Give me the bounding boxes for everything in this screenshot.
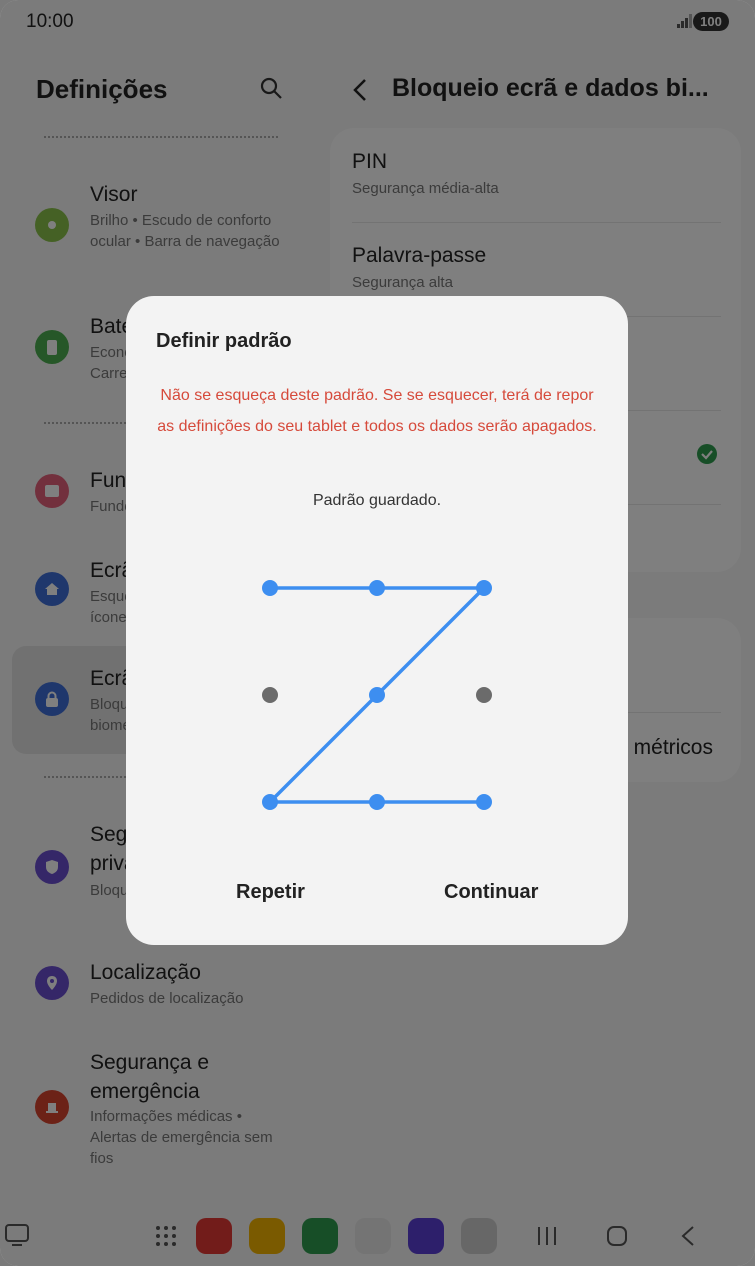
pattern-dot-5[interactable] xyxy=(369,687,385,703)
tablet-screen: 10:00 100 Definições Visor Brilho • Escu… xyxy=(0,0,755,1266)
pattern-dot-7[interactable] xyxy=(262,794,278,810)
pattern-dot-6[interactable] xyxy=(476,687,492,703)
pattern-dot-9[interactable] xyxy=(476,794,492,810)
pattern-dot-2[interactable] xyxy=(369,580,385,596)
pattern-dot-8[interactable] xyxy=(369,794,385,810)
repeat-button[interactable]: Repetir xyxy=(230,880,311,905)
pattern-segment xyxy=(375,586,486,697)
pattern-dot-3[interactable] xyxy=(476,580,492,596)
pattern-grid[interactable] xyxy=(126,296,628,896)
set-pattern-dialog: Definir padrão Não se esqueça deste padr… xyxy=(126,296,628,945)
pattern-dot-1[interactable] xyxy=(262,580,278,596)
continue-button[interactable]: Continuar xyxy=(438,880,544,905)
pattern-segment xyxy=(268,693,379,804)
pattern-dot-4[interactable] xyxy=(262,687,278,703)
